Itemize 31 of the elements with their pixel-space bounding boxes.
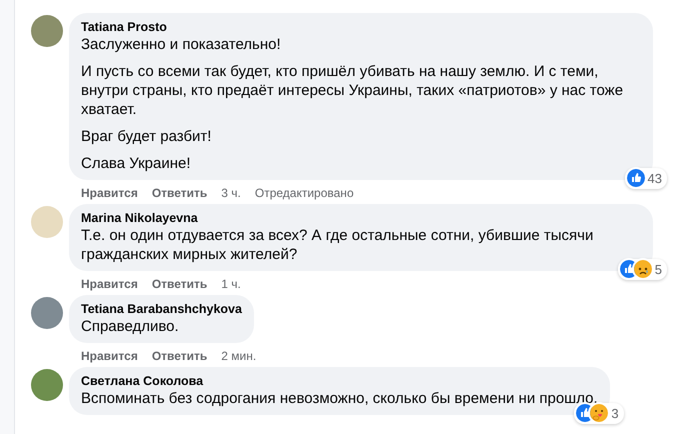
comment-text: Т.е. он один отдувается за всех? А где остальные сотни, убившие тысячи гражданских мирных жителей? bbox=[81, 226, 594, 264]
like-link[interactable]: Нравится bbox=[81, 275, 138, 293]
timestamp[interactable]: 2 мин. bbox=[221, 347, 256, 365]
avatar[interactable] bbox=[31, 369, 63, 401]
like-link[interactable]: Нравится bbox=[81, 347, 138, 365]
comment-text: И пусть со всеми так будет, кто пришёл убивать на нашу землю. И с теми, внутри страны, кто предаёт интересы Украины, таких «патриотов» у нас тоже хватает. bbox=[81, 62, 624, 119]
reply-link[interactable]: Ответить bbox=[152, 184, 208, 202]
author-name[interactable]: Marina Nikolayevna bbox=[81, 210, 641, 226]
avatar[interactable] bbox=[31, 15, 63, 47]
thumbs-up-icon bbox=[626, 169, 645, 188]
comment-text: Справедливо. bbox=[81, 317, 180, 336]
timestamp[interactable]: 3 ч. bbox=[221, 184, 241, 202]
comment-text: Слава Украине! bbox=[81, 154, 192, 173]
like-link[interactable]: Нравится bbox=[81, 184, 138, 202]
author-name[interactable]: Tetiana Barabanshchykova bbox=[81, 301, 242, 317]
reaction-count: 43 bbox=[648, 170, 662, 188]
reaction-count: 3 bbox=[611, 404, 619, 422]
author-name[interactable]: Tatiana Prosto bbox=[81, 19, 641, 35]
reply-link[interactable]: Ответить bbox=[152, 275, 208, 293]
reaction-count-pill[interactable]: 3 bbox=[574, 402, 624, 424]
edited-label[interactable]: Отредактировано bbox=[254, 184, 354, 202]
comment-text: Враг будет разбит! bbox=[81, 127, 212, 146]
reaction-count-pill[interactable]: 5 bbox=[618, 258, 667, 280]
reaction-count-pill[interactable]: 43 bbox=[624, 168, 667, 189]
timestamp[interactable]: 1 ч. bbox=[221, 275, 241, 293]
reaction-count: 5 bbox=[654, 260, 662, 278]
avatar[interactable] bbox=[31, 297, 63, 329]
sad-face-icon bbox=[634, 260, 652, 278]
comment-text: Заслуженно и показательно! bbox=[81, 35, 282, 54]
reply-link[interactable]: Ответить bbox=[152, 347, 208, 365]
author-name[interactable]: Светлана Соколова bbox=[81, 373, 598, 389]
